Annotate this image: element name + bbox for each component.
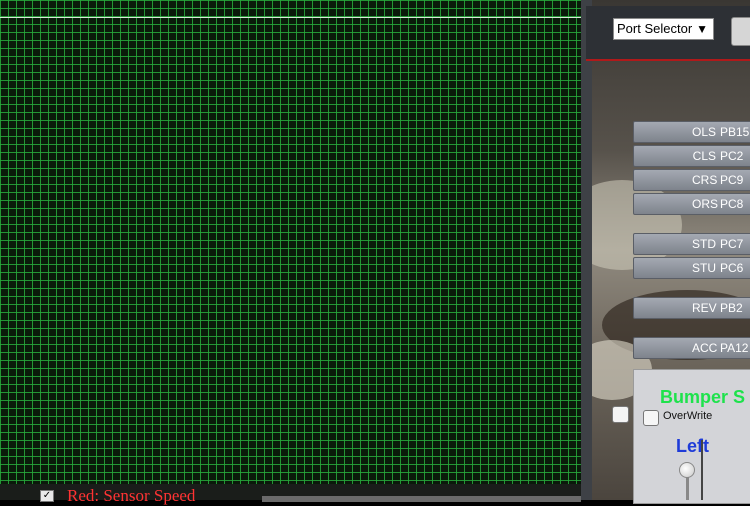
toolbar-button[interactable] (731, 17, 750, 46)
pin-port: PC7 (720, 237, 744, 251)
pin-button-ors[interactable]: ORS PC8 (633, 193, 750, 215)
pin-label: ORS (692, 197, 719, 211)
pin-button-rev[interactable]: REV PB2 (633, 297, 750, 319)
pin-port: PC2 (720, 149, 744, 163)
bumper-enable-checkbox[interactable] (612, 406, 629, 423)
overwrite-label: OverWrite (663, 410, 713, 422)
pin-button-stu[interactable]: STU PC6 (633, 257, 750, 279)
oscilloscope-grid (0, 0, 581, 484)
panel-divider (581, 0, 592, 500)
sensor-speed-checkbox[interactable]: ✓ (40, 490, 54, 502)
bumper-title: Bumper S (660, 387, 746, 407)
pin-button-ols[interactable]: OLS PB15 (633, 121, 750, 143)
pin-port: PC9 (720, 173, 744, 187)
pin-button-acc[interactable]: ACC PA12 (633, 337, 750, 359)
pin-label: CLS (692, 149, 716, 163)
pin-button-crs[interactable]: CRS PC9 (633, 169, 750, 191)
pin-port: PB2 (720, 301, 743, 315)
port-selector-dropdown[interactable]: Port Selector ▼ (613, 18, 714, 40)
pin-button-cls[interactable]: CLS PC2 (633, 145, 750, 167)
pin-label: STD (692, 237, 716, 251)
pin-label: OLS (692, 125, 717, 139)
pin-button-std[interactable]: STD PC7 (633, 233, 750, 255)
chevron-down-icon: ▼ (696, 22, 708, 36)
pin-label: REV (692, 301, 717, 315)
pin-port: PB15 (720, 125, 750, 139)
pin-port: PC6 (720, 261, 744, 275)
pin-port: PC8 (720, 197, 744, 211)
left-bumper-label: Left (676, 436, 709, 456)
scope-scrollbar[interactable] (262, 496, 581, 502)
pin-port: PA12 (720, 341, 749, 355)
overwrite-checkbox[interactable] (643, 410, 659, 426)
slider-tick-bar (701, 440, 703, 500)
pin-label: STU (692, 261, 716, 275)
scope-signal-trace (0, 17, 581, 18)
left-bumper-slider-thumb[interactable] (679, 462, 695, 478)
pin-label: ACC (692, 341, 718, 355)
pin-label: CRS (692, 173, 718, 187)
port-selector-label: Port Selector (617, 21, 693, 36)
sensor-speed-legend-label: Red: Sensor Speed (67, 486, 196, 505)
